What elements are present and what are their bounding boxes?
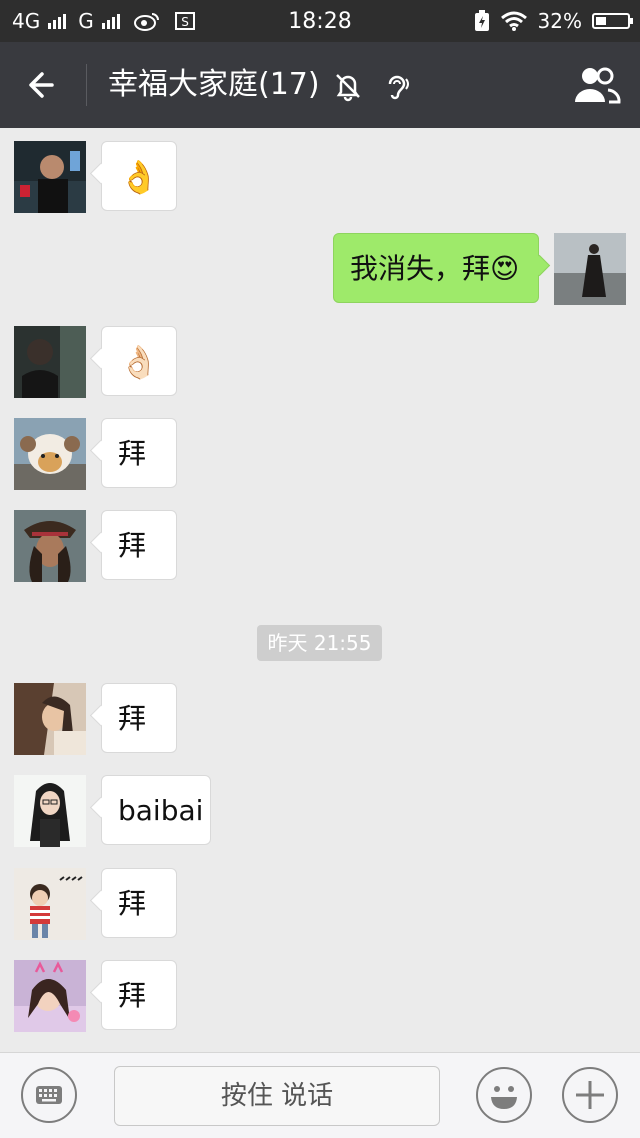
avatar[interactable]	[14, 868, 86, 940]
message-bubble[interactable]: baibai	[101, 775, 211, 845]
message-bubble[interactable]: 拜	[101, 510, 177, 580]
mute-bell-icon	[336, 74, 360, 102]
message-bubble[interactable]: 拜	[101, 418, 177, 488]
message-bubble[interactable]: 拜	[101, 683, 177, 753]
status-right: 32%	[474, 9, 633, 33]
avatar[interactable]	[14, 326, 86, 398]
avatar[interactable]	[554, 233, 626, 305]
chat-header: 幸福大家庭(17)	[0, 42, 640, 128]
avatar[interactable]	[14, 683, 86, 755]
chat-title: 幸福大家庭(17)	[108, 67, 320, 102]
hold-to-talk-button[interactable]: 按住 说话	[114, 1066, 440, 1126]
more-button[interactable]	[562, 1067, 618, 1123]
message-bubble[interactable]: 拜	[101, 960, 177, 1030]
group-members-icon[interactable]	[572, 64, 622, 106]
avatar[interactable]	[14, 510, 86, 582]
back-arrow-icon[interactable]	[22, 64, 64, 106]
smiley-icon	[491, 1086, 517, 1109]
chat-area[interactable]: 👌 我消失，拜😍 👌🏻 拜 拜 昨天 21:55 拜 baibai 拜 拜	[0, 128, 640, 1052]
message-bubble[interactable]: 👌🏻	[101, 326, 177, 396]
message-bubble[interactable]: 👌	[101, 141, 177, 211]
header-divider	[86, 64, 87, 106]
avatar[interactable]	[14, 141, 86, 213]
avatar[interactable]	[14, 960, 86, 1032]
input-bar: 按住 说话	[0, 1052, 640, 1138]
emoji-button[interactable]	[476, 1067, 532, 1123]
keyboard-icon	[36, 1086, 62, 1104]
message-bubble[interactable]: 我消失，拜😍	[333, 233, 539, 303]
avatar[interactable]	[14, 418, 86, 490]
charging-icon	[474, 10, 489, 31]
battery-icon	[592, 13, 633, 29]
earpiece-icon	[388, 75, 409, 100]
timestamp-label: 昨天 21:55	[257, 625, 382, 661]
status-bar: 4G G S 18:28 32%	[0, 0, 640, 42]
wifi-icon	[500, 11, 527, 31]
message-bubble[interactable]: 拜	[101, 868, 177, 938]
avatar[interactable]	[14, 775, 86, 847]
battery-percent: 32%	[537, 9, 582, 33]
plus-icon	[576, 1081, 604, 1109]
keyboard-toggle-button[interactable]	[21, 1067, 77, 1123]
